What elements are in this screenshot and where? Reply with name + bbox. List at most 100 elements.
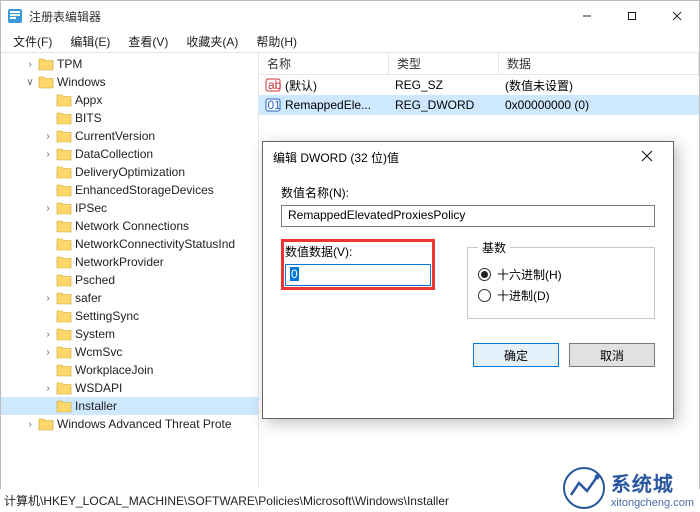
radio-dec-label: 十进制(D) — [497, 287, 550, 304]
tree-node[interactable]: DeliveryOptimization — [1, 163, 258, 181]
folder-icon — [38, 75, 54, 89]
tree-label: WcmSvc — [75, 345, 122, 359]
folder-icon — [56, 363, 72, 377]
value-row[interactable]: 011RemappedEle...REG_DWORD0x00000000 (0) — [259, 95, 699, 115]
minimize-button[interactable] — [564, 1, 609, 31]
tree-node[interactable]: ›DataCollection — [1, 145, 258, 163]
value-input[interactable]: 0 — [285, 264, 431, 286]
list-header: 名称 类型 数据 — [259, 53, 699, 75]
folder-icon — [56, 201, 72, 215]
tree-label: BITS — [75, 111, 102, 125]
name-label: 数值名称(N): — [281, 184, 655, 201]
folder-icon — [56, 219, 72, 233]
menu-file[interactable]: 文件(F) — [5, 31, 60, 52]
app-icon — [7, 8, 23, 24]
radio-circle-icon — [478, 268, 491, 281]
menubar: 文件(F) 编辑(E) 查看(V) 收藏夹(A) 帮助(H) — [1, 31, 699, 53]
titlebar: 注册表编辑器 — [1, 1, 699, 31]
folder-icon — [56, 237, 72, 251]
tree-label: WSDAPI — [75, 381, 122, 395]
svg-text:ab: ab — [268, 78, 281, 92]
tree-node[interactable]: Installer — [1, 397, 258, 415]
tree-node[interactable]: ›CurrentVersion — [1, 127, 258, 145]
tree-node[interactable]: ›IPSec — [1, 199, 258, 217]
expand-toggle[interactable]: › — [41, 329, 55, 340]
expand-toggle[interactable]: › — [41, 131, 55, 142]
tree-label: Psched — [75, 273, 115, 287]
base-fieldset: 基数 十六进制(H) 十进制(D) — [467, 239, 655, 319]
name-input[interactable]: RemappedElevatedProxiesPolicy — [281, 205, 655, 227]
tree-node[interactable]: › TPM — [1, 55, 258, 73]
col-data[interactable]: 数据 — [499, 53, 699, 74]
tree-node[interactable]: › safer — [1, 289, 258, 307]
tree-node[interactable]: Appx — [1, 91, 258, 109]
value-type: REG_DWORD — [389, 98, 499, 112]
close-button[interactable] — [654, 1, 699, 31]
col-type[interactable]: 类型 — [389, 53, 499, 74]
folder-icon — [56, 399, 72, 413]
tree-label: safer — [75, 291, 102, 305]
expand-toggle[interactable]: › — [41, 383, 55, 394]
tree-label: WorkplaceJoin — [75, 363, 153, 377]
expand-toggle[interactable]: › — [41, 203, 55, 214]
expand-toggle[interactable]: ∨ — [23, 77, 37, 88]
tree-node[interactable]: Network Connections — [1, 217, 258, 235]
tree-label: Appx — [75, 93, 102, 107]
tree-node[interactable]: NetworkProvider — [1, 253, 258, 271]
value-type: REG_SZ — [389, 78, 499, 92]
tree-label: NetworkConnectivityStatusInd — [75, 237, 235, 251]
expand-toggle[interactable]: › — [23, 419, 37, 430]
folder-icon — [56, 345, 72, 359]
tree-node[interactable]: SettingSync — [1, 307, 258, 325]
folder-icon — [56, 93, 72, 107]
value-data: (数值未设置) — [499, 77, 699, 94]
radio-hex-label: 十六进制(H) — [497, 266, 562, 283]
edit-dword-dialog: 编辑 DWORD (32 位)值 数值名称(N): RemappedElevat… — [262, 141, 674, 419]
tree-node[interactable]: ∨Windows — [1, 73, 258, 91]
menu-edit[interactable]: 编辑(E) — [62, 31, 118, 52]
radio-dec[interactable]: 十进制(D) — [478, 287, 644, 304]
folder-icon — [38, 57, 54, 71]
registry-tree[interactable]: › TPM ∨Windows Appx BITS ›CurrentVersion›Data… — [1, 53, 259, 489]
tree-node[interactable]: › WSDAPI — [1, 379, 258, 397]
expand-toggle[interactable]: › — [41, 293, 55, 304]
tree-label: EnhancedStorageDevices — [75, 183, 214, 197]
tree-node[interactable]: Psched — [1, 271, 258, 289]
expand-toggle[interactable]: › — [23, 59, 37, 70]
dialog-close-button[interactable] — [631, 149, 663, 165]
tree-label: System — [75, 327, 115, 341]
window-controls — [564, 1, 699, 31]
tree-label: SettingSync — [75, 309, 139, 323]
tree-node[interactable]: › WcmSvc — [1, 343, 258, 361]
string-value-icon: ab — [265, 77, 281, 93]
expand-toggle[interactable]: › — [41, 149, 55, 160]
menu-favorites[interactable]: 收藏夹(A) — [178, 31, 246, 52]
col-name[interactable]: 名称 — [259, 53, 389, 74]
folder-icon — [56, 327, 72, 341]
cancel-button[interactable]: 取消 — [569, 343, 655, 367]
watermark-sub: xitongcheng.com — [611, 497, 694, 509]
tree-node[interactable]: WorkplaceJoin — [1, 361, 258, 379]
tree-label: Windows Advanced Threat Prote — [57, 417, 232, 431]
tree-node[interactable]: EnhancedStorageDevices — [1, 181, 258, 199]
folder-icon — [56, 309, 72, 323]
menu-help[interactable]: 帮助(H) — [248, 31, 305, 52]
radio-hex[interactable]: 十六进制(H) — [478, 266, 644, 283]
tree-label: DeliveryOptimization — [75, 165, 185, 179]
ok-button[interactable]: 确定 — [473, 343, 559, 367]
expand-toggle[interactable]: › — [41, 347, 55, 358]
dialog-titlebar: 编辑 DWORD (32 位)值 — [263, 142, 673, 172]
highlight-box: 数值数据(V): 0 — [281, 239, 435, 290]
menu-view[interactable]: 查看(V) — [120, 31, 176, 52]
dialog-title: 编辑 DWORD (32 位)值 — [273, 149, 631, 166]
folder-icon — [56, 147, 72, 161]
maximize-button[interactable] — [609, 1, 654, 31]
folder-icon — [56, 129, 72, 143]
tree-label: TPM — [57, 57, 82, 71]
value-row[interactable]: ab(默认)REG_SZ(数值未设置) — [259, 75, 699, 95]
tree-node[interactable]: › Windows Advanced Threat Prote — [1, 415, 258, 433]
window-title: 注册表编辑器 — [29, 8, 564, 25]
tree-node[interactable]: › System — [1, 325, 258, 343]
tree-node[interactable]: BITS — [1, 109, 258, 127]
tree-node[interactable]: NetworkConnectivityStatusInd — [1, 235, 258, 253]
